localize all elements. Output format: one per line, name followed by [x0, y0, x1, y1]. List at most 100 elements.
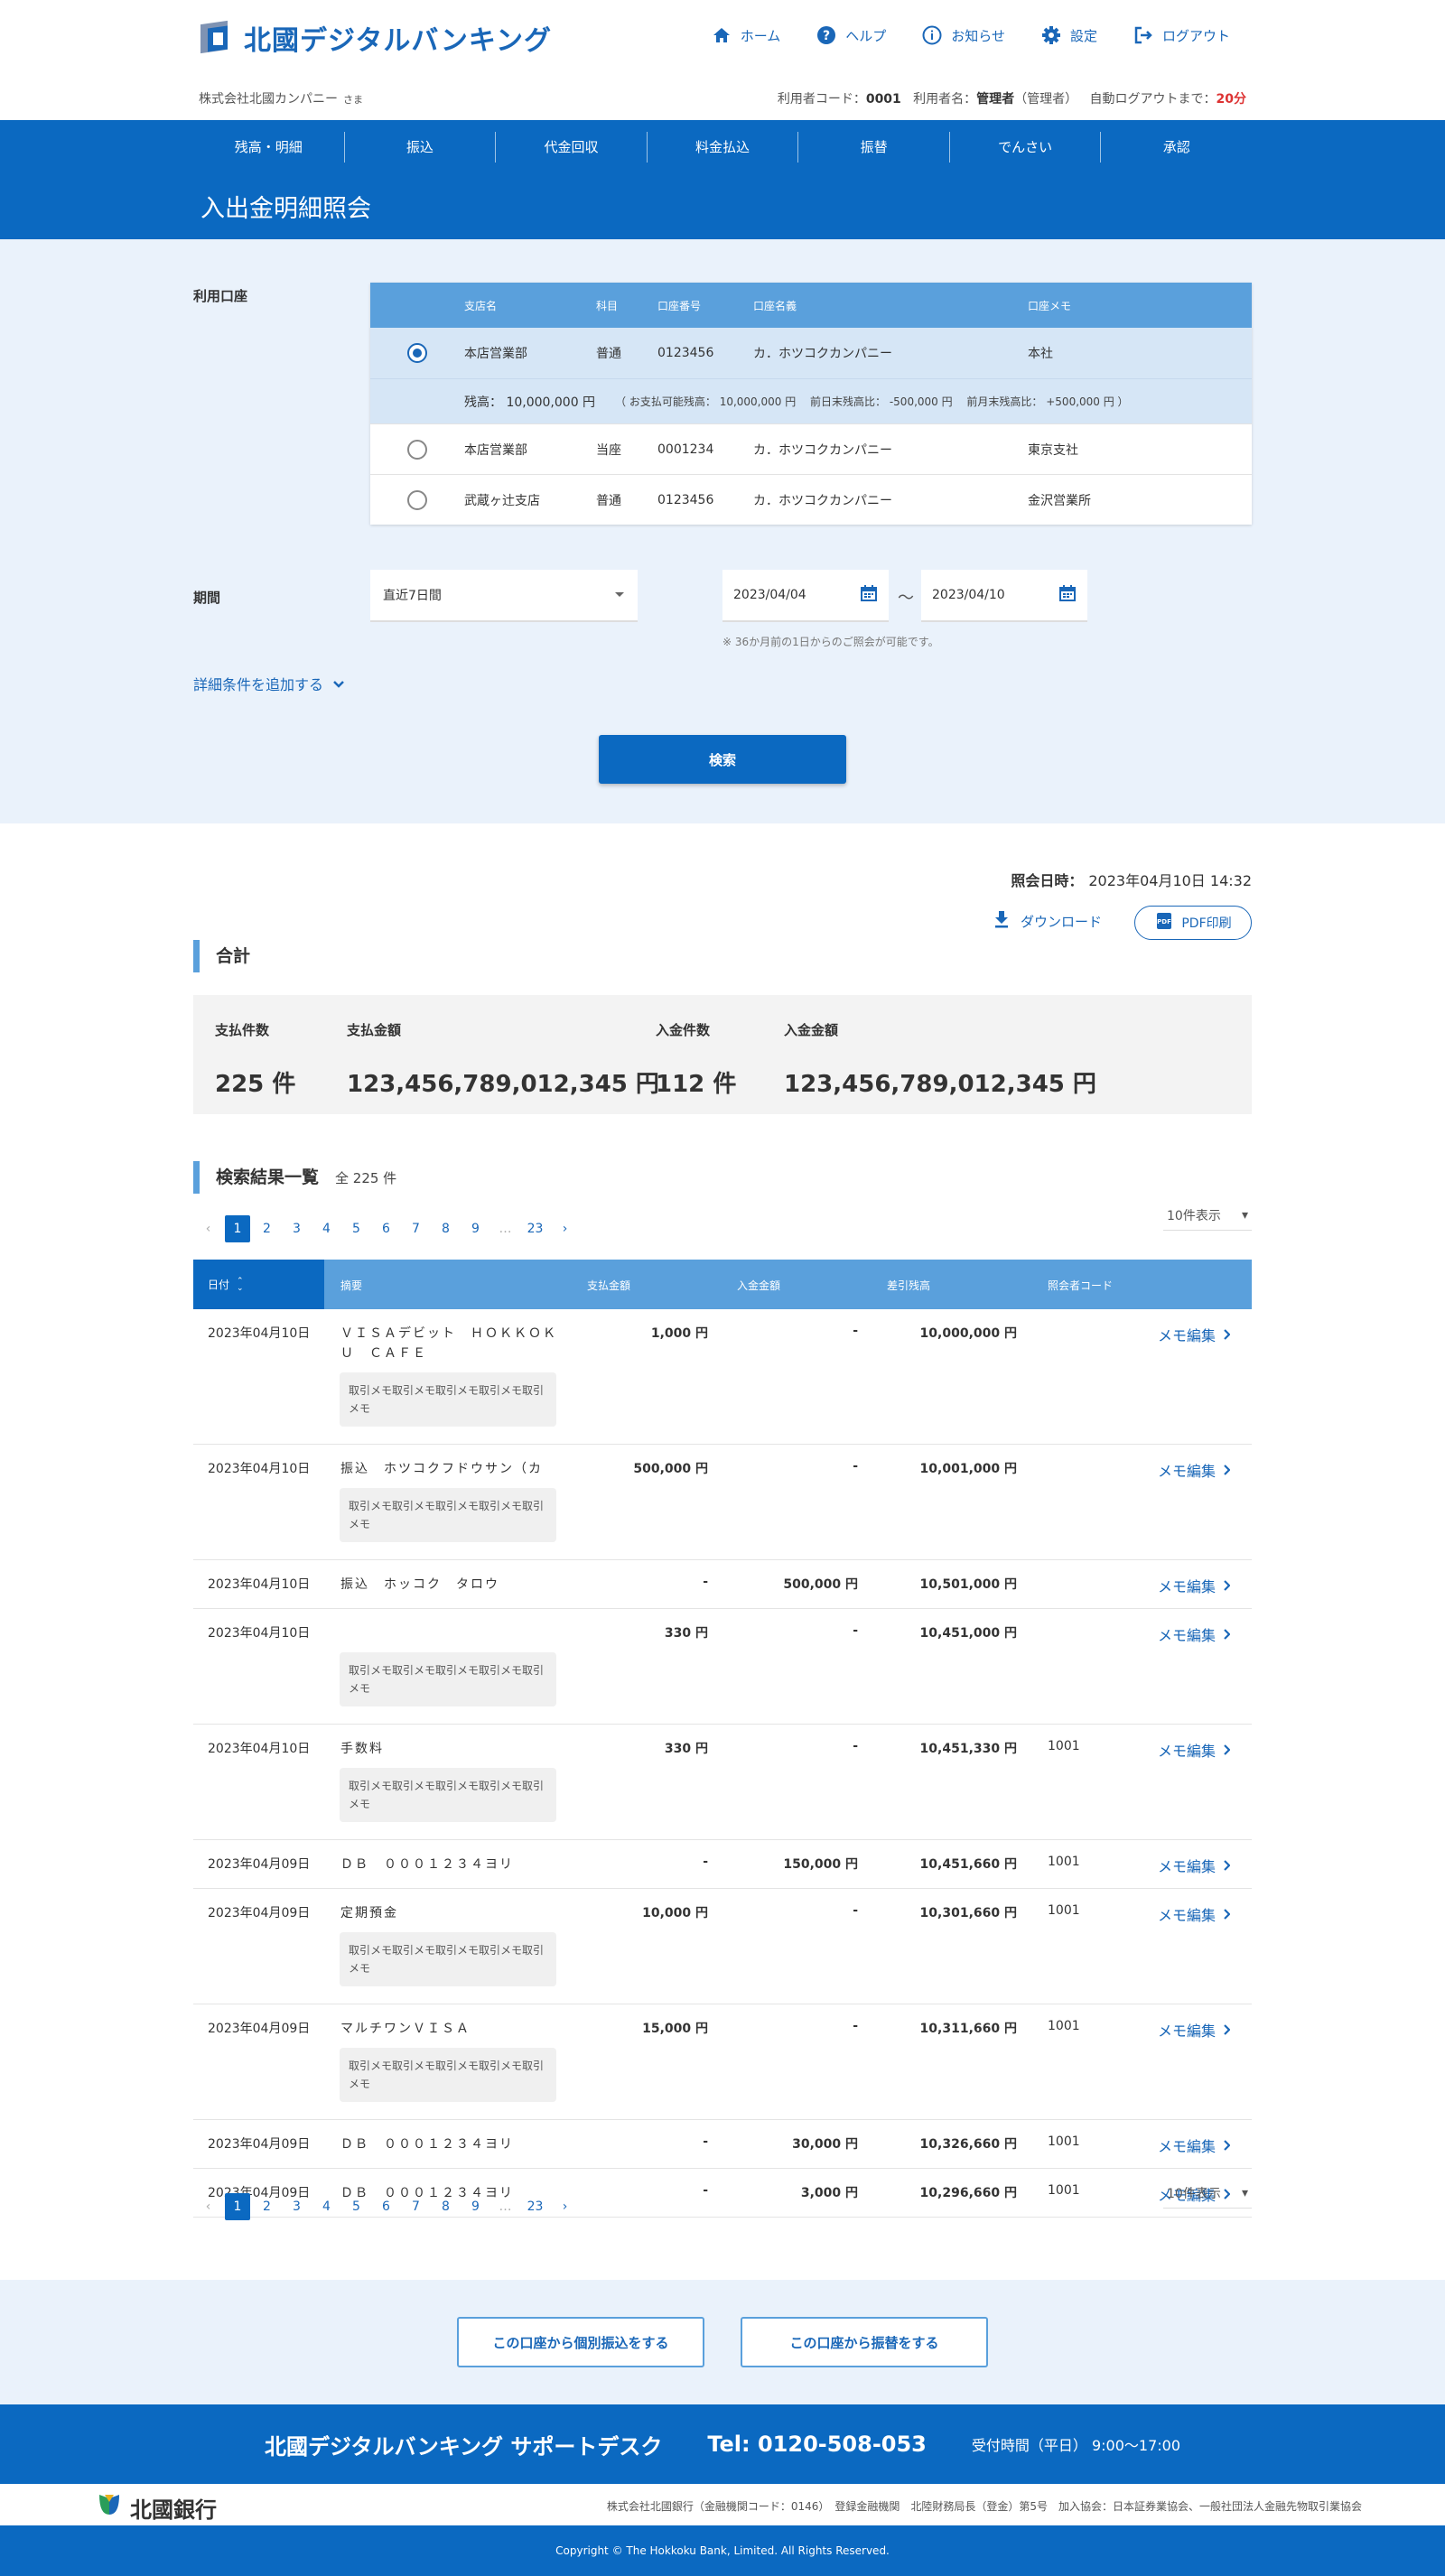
page-link[interactable]: 8	[431, 1214, 461, 1243]
row-date: 2023年04月10日	[208, 1462, 311, 1476]
per-page-select[interactable]: 10件表示 ▾	[1163, 1200, 1252, 1231]
account-row[interactable]: 本店営業部 普通 0123456 カ．ホツコクカンパニー 本社	[370, 328, 1252, 378]
memo-edit-link[interactable]: メモ編集	[1158, 1459, 1231, 1481]
page-link[interactable]: 2	[252, 2191, 282, 2221]
per-page-select[interactable]: 10件表示 ▾	[1163, 2178, 1252, 2209]
row-code: 1001	[1048, 2183, 1080, 2198]
page-link[interactable]: 4	[312, 2191, 341, 2221]
account-radio[interactable]	[407, 489, 427, 510]
tab-densai[interactable]: でんさい	[950, 132, 1102, 163]
tab-collection[interactable]: 代金回収	[496, 132, 648, 163]
support-hours: 受付時間（平日） 9:00～17:00	[971, 2437, 1181, 2454]
next-page-icon[interactable]: ›	[550, 2191, 580, 2221]
memo-edit-link[interactable]: メモ編集	[1158, 2019, 1231, 2041]
memo-edit-link[interactable]: メモ編集	[1158, 1739, 1231, 1761]
support-tel[interactable]: Tel: 0120-508-053	[707, 2432, 927, 2457]
more-conditions-label: 詳細条件を追加する	[193, 676, 324, 693]
pdf-print-button[interactable]: PDF PDF印刷	[1134, 906, 1252, 940]
page-link[interactable]: 9	[461, 1214, 490, 1243]
memo-edit-link[interactable]: メモ編集	[1158, 1623, 1231, 1645]
page-link[interactable]: 6	[371, 2191, 401, 2221]
page-link[interactable]: 3	[282, 1214, 312, 1243]
auto-logout-label: 自動ログアウトまで：	[1089, 92, 1217, 107]
account-row[interactable]: 武蔵ヶ辻支店 普通 0123456 カ．ホツコクカンパニー 金沢営業所	[370, 474, 1252, 525]
download-button[interactable]: ダウンロード	[993, 910, 1102, 932]
more-conditions-link[interactable]: 詳細条件を追加する	[193, 673, 345, 694]
search-button[interactable]: 検索	[599, 735, 846, 784]
individual-transfer-button[interactable]: この口座から個別振込をする	[457, 2317, 704, 2367]
page-link[interactable]: 7	[401, 2191, 431, 2221]
memo-edit-link[interactable]: メモ編集	[1158, 2134, 1231, 2156]
chevron-down-icon	[332, 675, 345, 693]
page-link[interactable]: 7	[401, 1214, 431, 1243]
page-link[interactable]: 2	[252, 1214, 282, 1243]
tab-transfer[interactable]: 振込	[345, 132, 497, 163]
total-value: 123,456,789,012,345 円	[347, 1071, 659, 1098]
account-table: 支店名 科目 口座番号 口座名義 口座メモ 本店営業部 普通 0123456 カ…	[370, 283, 1252, 525]
nav-help[interactable]: ? ヘルプ	[816, 25, 886, 45]
period-select[interactable]: 直近7日間	[370, 570, 638, 622]
page-link[interactable]: 6	[371, 1214, 401, 1243]
tab-payment[interactable]: 料金払込	[648, 132, 799, 163]
page-link[interactable]: 5	[341, 2191, 371, 2221]
user-role: （管理者）	[1014, 92, 1078, 107]
memo-edit-link[interactable]: メモ編集	[1157, 1575, 1231, 1596]
nav-home[interactable]: ホーム	[712, 25, 780, 45]
memo-edit-link[interactable]: メモ編集	[1158, 1855, 1231, 1876]
page-link[interactable]: 23	[520, 2191, 550, 2221]
support-name: 北國デジタルバンキング サポートデスク	[264, 2433, 663, 2460]
next-page-icon[interactable]: ›	[550, 1214, 580, 1243]
tab-approval[interactable]: 承認	[1101, 132, 1252, 163]
page-link[interactable]: 4	[312, 1214, 341, 1243]
page-link[interactable]: 3	[282, 2191, 312, 2221]
col-date: 日付	[208, 1279, 230, 1291]
account-radio[interactable]	[407, 439, 427, 460]
row-code: 1001	[1048, 1855, 1080, 1869]
home-icon	[712, 25, 732, 45]
logo-mark-icon	[199, 19, 235, 57]
company-text: 株式会社北國カンパニー	[199, 92, 338, 107]
bank-mark-icon	[96, 2491, 123, 2524]
nav-settings[interactable]: 設定	[1041, 25, 1097, 45]
bank-logo[interactable]: 北國銀行	[96, 2491, 217, 2524]
calendar-icon[interactable]	[1058, 584, 1077, 606]
nav-info[interactable]: お知らせ	[922, 25, 1005, 45]
account-radio-selected[interactable]	[407, 343, 427, 363]
user-code: 0001	[865, 92, 901, 107]
page-link[interactable]: 23	[520, 1214, 550, 1243]
memo-edit-label: メモ編集	[1157, 1578, 1216, 1595]
date-from-input[interactable]: 2023/04/04	[722, 570, 889, 622]
caret-down-icon: ▾	[1241, 1207, 1248, 1223]
account-table-header: 支店名 科目 口座番号 口座名義 口座メモ	[370, 283, 1252, 328]
date-to-input[interactable]: 2023/04/10	[921, 570, 1087, 622]
memo-edit-label: メモ編集	[1157, 1327, 1216, 1344]
memo-edit-link[interactable]: メモ編集	[1158, 1903, 1231, 1925]
page-link[interactable]: 1	[225, 1214, 250, 1242]
row-date: 2023年04月09日	[208, 1857, 311, 1872]
col-branch: 支店名	[464, 299, 498, 312]
account-type: 当座	[596, 442, 621, 458]
page-link[interactable]: 8	[431, 2191, 461, 2221]
per-page-value: 10件表示	[1167, 1208, 1221, 1223]
page-link[interactable]: 5	[341, 1214, 371, 1243]
logo[interactable]: 北國デジタルバンキング	[199, 18, 552, 58]
row-in: -	[853, 1739, 858, 1753]
row-desc: 振込 ホツコクフドウサン（カ	[340, 1462, 543, 1476]
calendar-icon[interactable]	[860, 584, 878, 606]
nav-logout[interactable]: ログアウト	[1133, 25, 1230, 45]
row-memo: 取引メモ取引メモ取引メモ取引メモ取引メモ	[340, 1488, 556, 1542]
memo-edit-link[interactable]: メモ編集	[1157, 1324, 1231, 1345]
page-link[interactable]: 9	[461, 2191, 490, 2221]
account-transfer-button[interactable]: この口座から振替をする	[741, 2317, 988, 2367]
prev-page-icon[interactable]: ‹	[193, 1214, 223, 1243]
row-memo: 取引メモ取引メモ取引メモ取引メモ取引メモ	[340, 1372, 556, 1427]
account-row[interactable]: 本店営業部 当座 0001234 カ．ホツコクカンパニー 東京支社	[370, 423, 1252, 474]
account-memo: 金沢営業所	[1028, 493, 1091, 508]
col-date-sort[interactable]: 日付 ⌃ ⌄	[193, 1260, 324, 1309]
tab-balance[interactable]: 残高・明細	[193, 132, 345, 163]
account-number: 0123456	[657, 492, 714, 507]
page-link[interactable]: 1	[225, 2192, 250, 2220]
tab-account-transfer[interactable]: 振替	[798, 132, 950, 163]
prev-page-icon[interactable]: ‹	[193, 2191, 223, 2221]
gear-icon	[1041, 25, 1061, 45]
